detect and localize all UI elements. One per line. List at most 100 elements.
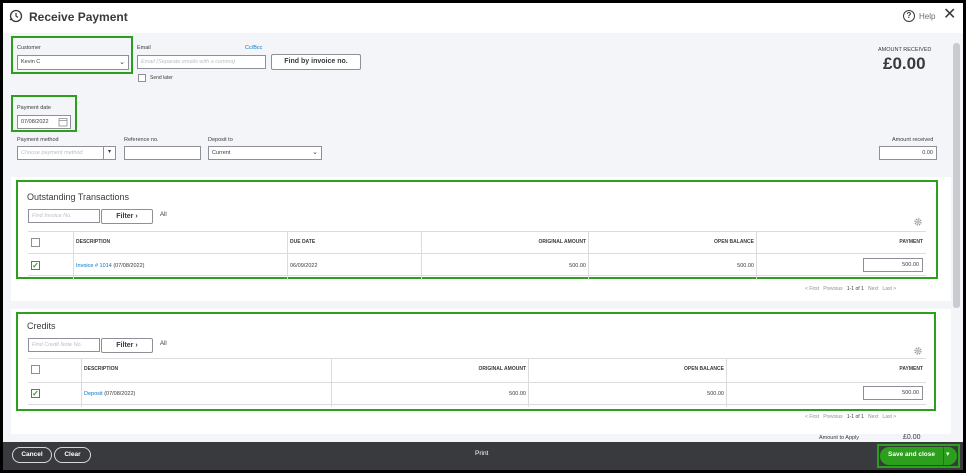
amount-to-apply-value: £0.00: [903, 434, 921, 441]
outstanding-title: Outstanding Transactions: [27, 192, 130, 202]
payment-method-select[interactable]: Choose payment method ▾: [17, 146, 116, 160]
col-payment: PAYMENT: [899, 366, 923, 372]
pager-last[interactable]: Last >: [882, 286, 896, 292]
col-description: DESCRIPTION: [76, 239, 111, 245]
help-label: Help: [919, 11, 936, 21]
send-later-label: Send later: [150, 75, 173, 81]
chevron-down-icon: ⌄: [119, 59, 125, 66]
calendar-icon[interactable]: [58, 117, 68, 127]
pager-next[interactable]: Next: [868, 414, 878, 420]
col-original-amount: ORIGINAL AMOUNT: [478, 366, 527, 372]
invoice-search-input[interactable]: Find Invoice No.: [28, 209, 100, 223]
col-open-balance: OPEN BALANCE: [713, 239, 754, 245]
customer-select[interactable]: Kevin C ⌄: [17, 55, 129, 70]
row-due-date: 06/09/2022: [290, 263, 318, 269]
gear-icon[interactable]: [913, 346, 923, 356]
cc-bcc-link[interactable]: Cc/Bcc: [245, 45, 262, 51]
pager-first[interactable]: < First: [805, 286, 819, 292]
reference-field[interactable]: [124, 146, 201, 160]
customer-value: Kevin C: [21, 59, 41, 65]
divider: [28, 231, 926, 232]
payment-date-label: Payment date: [17, 105, 51, 111]
find-by-invoice-button[interactable]: Find by invoice no.: [271, 54, 361, 70]
outstanding-filter-button[interactable]: Filter ›: [101, 209, 153, 224]
payment-date-value: 07/08/2022: [21, 119, 49, 125]
print-button[interactable]: Print: [475, 450, 488, 457]
pager-range: 1-1 of 1: [846, 286, 864, 292]
row-description: Deposit (07/08/2022): [84, 391, 135, 397]
credits-all-label: All: [160, 341, 167, 347]
page-title: Receive Payment: [29, 10, 128, 24]
col-open-balance: OPEN BALANCE: [683, 366, 724, 372]
row-payment-input[interactable]: 500.00: [863, 258, 923, 272]
divider: [28, 253, 926, 254]
col-divider: [287, 231, 288, 280]
gear-icon[interactable]: [913, 217, 923, 227]
payment-method-label: Payment method: [17, 137, 59, 143]
invoice-search-placeholder: Find Invoice No.: [32, 213, 72, 219]
pager-next[interactable]: Next: [868, 286, 878, 292]
email-label: Email: [137, 45, 151, 51]
payment-date-field[interactable]: 07/08/2022: [17, 115, 71, 129]
pager-previous[interactable]: Previous: [823, 414, 842, 420]
credit-search-input[interactable]: Find Credit Note No.: [28, 338, 100, 352]
divider: [28, 382, 926, 383]
close-icon[interactable]: ✕: [943, 7, 956, 23]
credits-pager: < First Previous 1-1 of 1 Next Last >: [805, 414, 896, 420]
chevron-right-icon: ›: [135, 342, 138, 349]
amount-received-label: Amount received: [892, 137, 934, 143]
row-open-balance: 500.00: [707, 391, 724, 397]
help-button[interactable]: ? Help: [903, 10, 935, 22]
split-divider: [943, 447, 944, 465]
divider: [28, 358, 926, 359]
col-due-date: DUE DATE: [290, 239, 316, 245]
chevron-right-icon: ›: [135, 213, 138, 220]
email-field[interactable]: Email (Separate emails with a comma): [137, 55, 266, 69]
clear-button[interactable]: Clear: [54, 447, 91, 463]
payment-method-placeholder: Choose payment method: [21, 150, 83, 156]
scrollbar-thumb[interactable]: [953, 43, 960, 308]
save-close-label: Save and close: [888, 451, 935, 458]
row-checkbox[interactable]: ✓: [31, 389, 40, 398]
credit-search-placeholder: Find Credit Note No.: [32, 342, 83, 348]
credits-title: Credits: [27, 321, 56, 331]
filter-label: Filter: [116, 213, 134, 220]
col-description: DESCRIPTION: [84, 366, 119, 372]
deposit-to-value: Current: [212, 150, 231, 156]
cancel-button[interactable]: Cancel: [12, 447, 52, 463]
deposit-link[interactable]: Deposit: [84, 391, 103, 397]
deposit-to-label: Deposit to: [208, 137, 233, 143]
pager-first[interactable]: < First: [805, 414, 819, 420]
credits-filter-button[interactable]: Filter ›: [101, 338, 153, 353]
send-later-checkbox[interactable]: [138, 74, 146, 82]
row-payment-input[interactable]: 500.00: [863, 386, 923, 400]
amount-received-summary-value: £0.00: [883, 54, 926, 73]
email-placeholder: Email (Separate emails with a comma): [141, 59, 236, 65]
divider: [28, 404, 926, 405]
filter-label: Filter: [116, 342, 134, 349]
caret-down-icon[interactable]: ▾: [946, 450, 950, 458]
help-icon: ?: [903, 10, 915, 22]
col-divider: [421, 231, 422, 280]
col-original-amount: ORIGINAL AMOUNT: [538, 239, 587, 245]
save-close-button[interactable]: Save and close ▾: [880, 447, 957, 465]
deposit-to-select[interactable]: Current ⌄: [208, 146, 322, 160]
col-divider: [756, 231, 757, 280]
select-all-checkbox[interactable]: [31, 365, 40, 374]
header-bar: [3, 3, 963, 33]
pager-last[interactable]: Last >: [882, 414, 896, 420]
select-all-checkbox[interactable]: [31, 238, 40, 247]
divider: [28, 275, 926, 276]
invoice-link[interactable]: Invoice # 1014: [76, 263, 112, 269]
row-checkbox[interactable]: ✓: [31, 261, 40, 270]
pager-previous[interactable]: Previous: [823, 286, 842, 292]
invoice-date: (07/08/2022): [113, 263, 145, 269]
receive-payment-window: Receive Payment ? Help ✕ Customer Kevin …: [3, 3, 963, 470]
reference-label: Reference no.: [124, 137, 159, 143]
chevron-down-icon: ⌄: [312, 149, 318, 156]
row-description: Invoice # 1014 (07/08/2022): [76, 263, 145, 269]
amount-received-field[interactable]: 0.00: [879, 146, 937, 160]
caret-down-icon: ▾: [103, 146, 115, 160]
recent-transactions-icon[interactable]: [9, 9, 23, 23]
row-original-amount: 500.00: [569, 263, 586, 269]
